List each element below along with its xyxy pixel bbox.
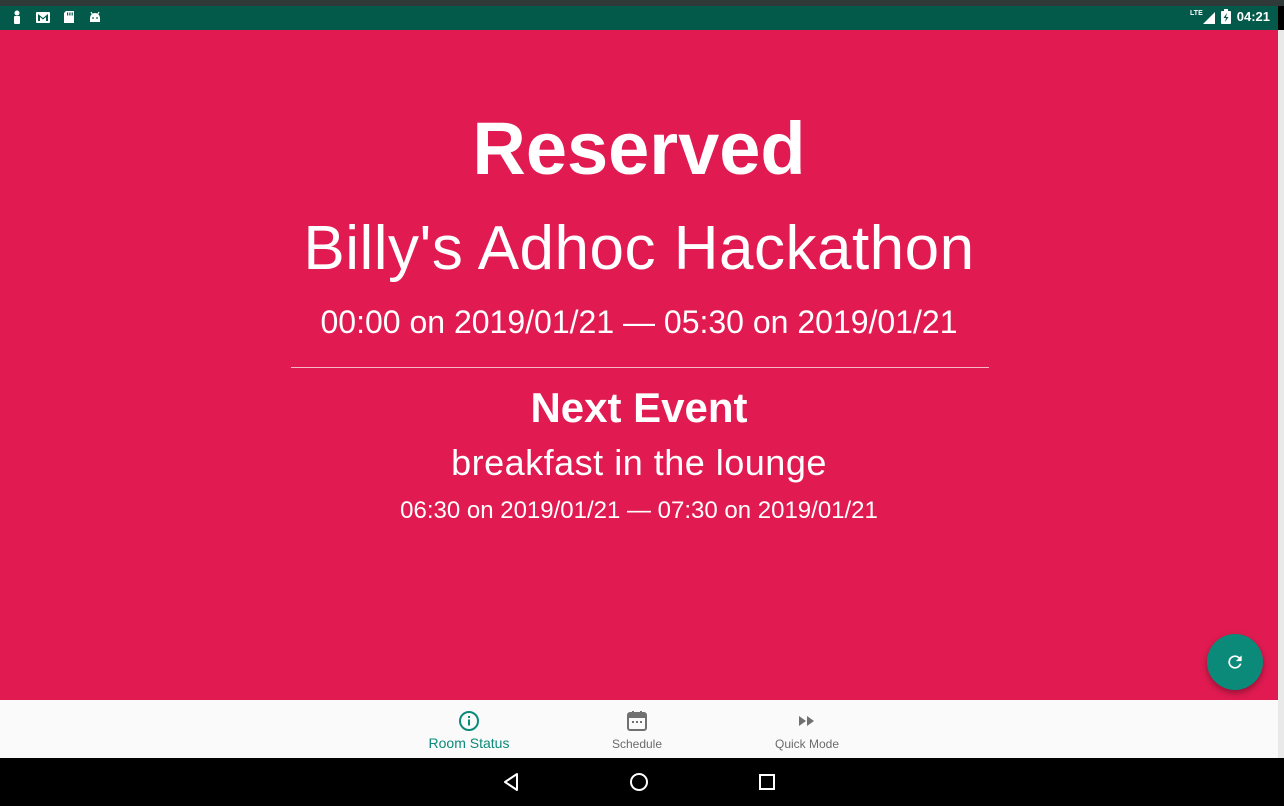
back-button[interactable] [500, 770, 524, 794]
nav-schedule-label: Schedule [611, 737, 663, 751]
next-event-heading: Next Event [530, 384, 748, 431]
nav-room-status-label: Room Status [428, 735, 510, 751]
gmail-icon [36, 10, 50, 24]
current-event-title: Billy's Adhoc Hackathon [303, 214, 975, 283]
fast-forward-icon [795, 709, 819, 733]
room-status-screen: Reserved Billy's Adhoc Hackathon 00:00 o… [0, 30, 1278, 700]
home-icon [627, 770, 651, 794]
next-event-title: breakfast in the lounge [451, 442, 827, 483]
accessibility-icon [10, 10, 24, 24]
current-event-time: 00:00 on 2019/01/21 — 05:30 on 2019/01/2… [320, 304, 958, 340]
status-right: LTE 04:21 [1190, 9, 1270, 24]
nav-quick-mode-label: Quick Mode [774, 737, 840, 751]
home-button[interactable] [627, 770, 651, 794]
calendar-icon [625, 709, 649, 733]
bottom-navigation: Room Status Schedule Quick Mode [0, 700, 1278, 758]
recents-icon [755, 770, 779, 794]
sd-card-icon [62, 10, 76, 24]
notification-icons [10, 10, 102, 24]
nav-quick-mode[interactable]: Quick Mode [732, 700, 882, 758]
recents-button[interactable] [755, 770, 779, 794]
battery-charging-icon [1220, 9, 1231, 24]
room-status-title: Reserved [472, 107, 806, 190]
nav-room-status[interactable]: Room Status [394, 700, 544, 758]
divider [291, 367, 989, 368]
refresh-button[interactable] [1207, 634, 1263, 690]
nav-schedule[interactable]: Schedule [562, 700, 712, 758]
network-type: LTE [1190, 10, 1203, 17]
clock: 04:21 [1236, 9, 1270, 24]
android-icon [88, 10, 102, 24]
signal-icon [1202, 10, 1215, 24]
info-icon [457, 709, 481, 733]
refresh-icon [1225, 652, 1245, 672]
back-icon [500, 770, 524, 794]
next-event-time: 06:30 on 2019/01/21 — 07:30 on 2019/01/2… [400, 497, 878, 524]
window-right-edge [1278, 30, 1284, 758]
system-navigation-bar [0, 758, 1284, 806]
status-bar: LTE 04:21 [0, 6, 1278, 30]
